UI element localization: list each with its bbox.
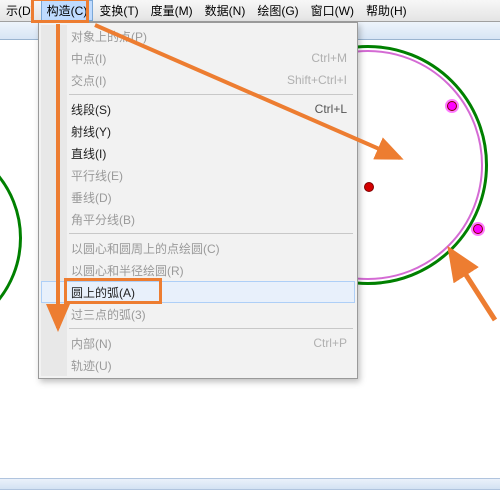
menu-item-label: 过三点的弧(3) (71, 306, 146, 323)
menu-item-label: 圆上的弧(A) (71, 284, 135, 301)
menu-item: 中点(I) Ctrl+M (41, 47, 355, 69)
menu-item-label: 中点(I) (71, 50, 106, 67)
circle-point-2[interactable] (473, 224, 483, 234)
menu-item: 垂线(D) (41, 186, 355, 208)
menu-item-shortcut: Ctrl+L (315, 102, 347, 116)
menubar: 示(D)构造(C)变换(T)度量(M)数据(N)绘图(G)窗口(W)帮助(H) (0, 0, 500, 22)
menu-item[interactable]: 圆上的弧(A) (41, 281, 355, 303)
menu-item: 以圆心和半径绘圆(R) (41, 259, 355, 281)
menu-item[interactable]: 线段(S) Ctrl+L (41, 98, 355, 120)
menu-separator (69, 233, 353, 234)
menu-item-shortcut: Ctrl+M (311, 51, 347, 65)
menu-item-label: 内部(N) (71, 335, 112, 352)
menu-绘图(G)[interactable]: 绘图(G) (251, 0, 304, 21)
circle-center-point[interactable] (364, 182, 374, 192)
menu-item-label: 角平分线(B) (71, 211, 135, 228)
menu-item-label: 垂线(D) (71, 189, 112, 206)
dropdown-menu-construct: 对象上的点(P) 中点(I) Ctrl+M 交点(I) Shift+Ctrl+I 线段(S… (38, 22, 358, 379)
menu-item-label: 射线(Y) (71, 123, 111, 140)
circle-point-1[interactable] (447, 101, 457, 111)
menu-item: 角平分线(B) (41, 208, 355, 230)
circle-left[interactable] (0, 138, 22, 338)
menu-示(D)[interactable]: 示(D) (0, 0, 41, 21)
menu-帮助(H)[interactable]: 帮助(H) (360, 0, 413, 21)
menu-item-label: 轨迹(U) (71, 357, 112, 374)
menu-item-label: 线段(S) (71, 101, 111, 118)
menu-item-label: 以圆心和半径绘圆(R) (71, 262, 184, 279)
menu-item-label: 对象上的点(P) (71, 28, 147, 45)
menu-separator (69, 328, 353, 329)
menu-item-shortcut: Shift+Ctrl+I (287, 73, 347, 87)
menu-构造(C)[interactable]: 构造(C) (41, 0, 94, 21)
menu-item: 内部(N) Ctrl+P (41, 332, 355, 354)
menu-item-label: 以圆心和圆周上的点绘圆(C) (71, 240, 220, 257)
menu-separator (69, 94, 353, 95)
menu-变换(T)[interactable]: 变换(T) (93, 0, 144, 21)
status-bar (0, 478, 500, 490)
menu-item-label: 交点(I) (71, 72, 106, 89)
menu-item: 平行线(E) (41, 164, 355, 186)
menu-item: 交点(I) Shift+Ctrl+I (41, 69, 355, 91)
menu-item-label: 平行线(E) (71, 167, 123, 184)
menu-item-label: 直线(I) (71, 145, 106, 162)
menu-item: 轨迹(U) (41, 354, 355, 376)
menu-item[interactable]: 直线(I) (41, 142, 355, 164)
menu-度量(M)[interactable]: 度量(M) (145, 0, 199, 21)
menu-item: 以圆心和圆周上的点绘圆(C) (41, 237, 355, 259)
menu-窗口(W)[interactable]: 窗口(W) (305, 0, 360, 21)
menu-item-shortcut: Ctrl+P (313, 336, 347, 350)
menu-item[interactable]: 射线(Y) (41, 120, 355, 142)
menu-item: 对象上的点(P) (41, 25, 355, 47)
menu-数据(N)[interactable]: 数据(N) (199, 0, 252, 21)
menu-item: 过三点的弧(3) (41, 303, 355, 325)
